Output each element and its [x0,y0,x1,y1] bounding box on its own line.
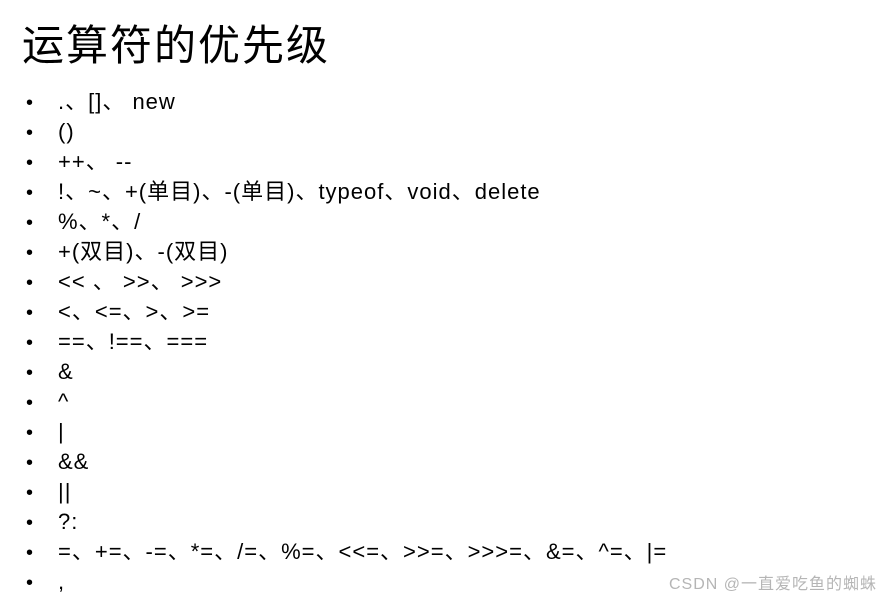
bullet-icon: • [22,90,58,117]
list-item: • !、~、+(单目)、-(单目)、typeof、void、delete [22,177,873,207]
bullet-icon: • [22,120,58,147]
list-item: • +(双目)、-(双目) [22,237,873,267]
item-text: ?: [58,507,78,537]
bullet-icon: • [22,180,58,207]
list-item: • %、*、/ [22,207,873,237]
item-text: <、<=、>、>= [58,297,210,327]
list-item: • && [22,447,873,477]
item-text: =、+=、-=、*=、/=、%=、<<=、>>=、>>>=、&=、^=、|= [58,537,667,567]
bullet-icon: • [22,390,58,417]
item-text: () [58,117,75,147]
list-item: • || [22,477,873,507]
bullet-icon: • [22,270,58,297]
list-item: • () [22,117,873,147]
bullet-icon: • [22,300,58,327]
item-text: && [58,447,89,477]
list-item: • ^ [22,387,873,417]
item-text: << 、 >>、 >>> [58,267,222,297]
item-text: , [58,567,65,597]
bullet-icon: • [22,420,58,447]
bullet-icon: • [22,240,58,267]
bullet-icon: • [22,540,58,567]
bullet-icon: • [22,510,58,537]
item-text: ^ [58,387,69,417]
bullet-icon: • [22,360,58,387]
watermark: CSDN @一直爱吃鱼的蜘蛛 [669,570,877,594]
list-item: • << 、 >>、 >>> [22,267,873,297]
item-text: .、[]、 new [58,87,176,117]
item-text: ++、 -- [58,147,132,177]
list-item: • ++、 -- [22,147,873,177]
item-text: | [58,417,65,447]
operator-precedence-list: • .、[]、 new • () • ++、 -- • !、~、+(单目)、-(… [22,87,873,597]
bullet-icon: • [22,450,58,477]
list-item: • ==、!==、=== [22,327,873,357]
bullet-icon: • [22,150,58,177]
list-item: • <、<=、>、>= [22,297,873,327]
item-text: %、*、/ [58,207,141,237]
item-text: || [58,477,71,507]
item-text: ==、!==、=== [58,327,208,357]
bullet-icon: • [22,210,58,237]
item-text: !、~、+(单目)、-(单目)、typeof、void、delete [58,177,541,207]
list-item: • =、+=、-=、*=、/=、%=、<<=、>>=、>>>=、&=、^=、|= [22,537,873,567]
bullet-icon: • [22,480,58,507]
bullet-icon: • [22,570,58,597]
list-item: • ?: [22,507,873,537]
item-text: +(双目)、-(双目) [58,237,228,267]
bullet-icon: • [22,330,58,357]
list-item: • & [22,357,873,387]
item-text: & [58,357,74,387]
list-item: • .、[]、 new [22,87,873,117]
page-title: 运算符的优先级 [22,12,873,73]
list-item: • | [22,417,873,447]
